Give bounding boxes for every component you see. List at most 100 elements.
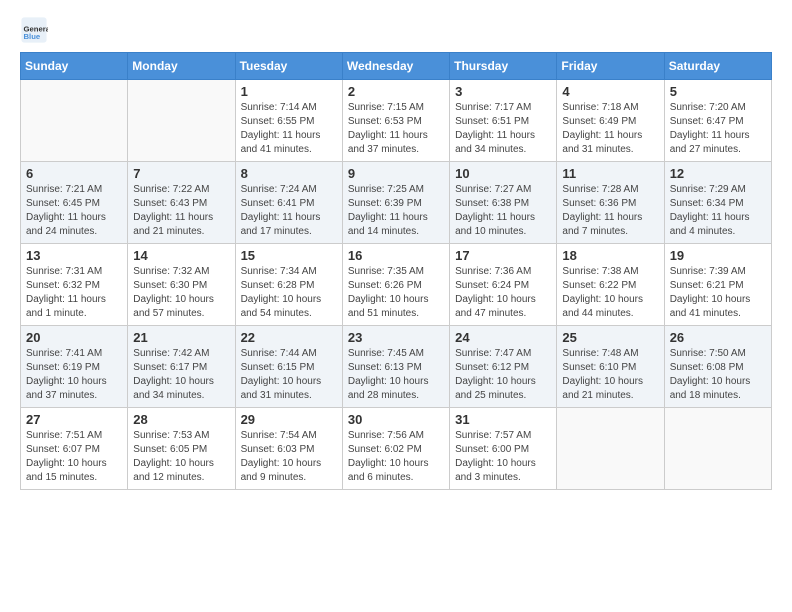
day-number: 10	[455, 166, 551, 181]
day-number: 1	[241, 84, 337, 99]
calendar-cell: 19 Sunrise: 7:39 AM Sunset: 6:21 PM Dayli…	[664, 244, 771, 326]
calendar-cell: 1 Sunrise: 7:14 AM Sunset: 6:55 PM Daylig…	[235, 80, 342, 162]
day-number: 19	[670, 248, 766, 263]
day-number: 28	[133, 412, 229, 427]
day-info: Sunrise: 7:48 AM Sunset: 6:10 PM Dayligh…	[562, 347, 658, 403]
day-info: Sunrise: 7:56 AM Sunset: 6:02 PM Dayligh…	[348, 429, 444, 485]
calendar-cell: 8 Sunrise: 7:24 AM Sunset: 6:41 PM Daylig…	[235, 162, 342, 244]
day-number: 9	[348, 166, 444, 181]
day-number: 16	[348, 248, 444, 263]
calendar-cell: 31 Sunrise: 7:57 AM Sunset: 6:00 PM Dayli…	[450, 408, 557, 490]
day-number: 2	[348, 84, 444, 99]
calendar-cell: 16 Sunrise: 7:35 AM Sunset: 6:26 PM Dayli…	[342, 244, 449, 326]
weekday-wednesday: Wednesday	[342, 53, 449, 80]
calendar-cell: 12Sunrise: 7:29 AM Sunset: 6:34 PM Dayli…	[664, 162, 771, 244]
calendar-week-2: 6Sunrise: 7:21 AM Sunset: 6:45 PM Daylig…	[21, 162, 772, 244]
calendar-cell: 28 Sunrise: 7:53 AM Sunset: 6:05 PM Dayli…	[128, 408, 235, 490]
calendar-cell: 18Sunrise: 7:38 AM Sunset: 6:22 PM Dayli…	[557, 244, 664, 326]
calendar-cell: 26 Sunrise: 7:50 AM Sunset: 6:08 PM Dayli…	[664, 326, 771, 408]
day-info: Sunrise: 7:39 AM Sunset: 6:21 PM Dayligh…	[670, 265, 766, 321]
day-info: Sunrise: 7:32 AM Sunset: 6:30 PM Dayligh…	[133, 265, 229, 321]
weekday-saturday: Saturday	[664, 53, 771, 80]
day-number: 27	[26, 412, 122, 427]
day-info: Sunrise: 7:34 AM Sunset: 6:28 PM Dayligh…	[241, 265, 337, 321]
day-number: 23	[348, 330, 444, 345]
calendar-cell: 14 Sunrise: 7:32 AM Sunset: 6:30 PM Dayli…	[128, 244, 235, 326]
weekday-tuesday: Tuesday	[235, 53, 342, 80]
day-info: Sunrise: 7:35 AM Sunset: 6:26 PM Dayligh…	[348, 265, 444, 321]
calendar-cell: 11Sunrise: 7:28 AM Sunset: 6:36 PM Dayli…	[557, 162, 664, 244]
day-info: Sunrise: 7:45 AM Sunset: 6:13 PM Dayligh…	[348, 347, 444, 403]
day-info: Sunrise: 7:31 AM Sunset: 6:32 PM Dayligh…	[26, 265, 122, 321]
calendar-cell: 20Sunrise: 7:41 AM Sunset: 6:19 PM Dayli…	[21, 326, 128, 408]
day-info: Sunrise: 7:54 AM Sunset: 6:03 PM Dayligh…	[241, 429, 337, 485]
day-number: 22	[241, 330, 337, 345]
day-info: Sunrise: 7:47 AM Sunset: 6:12 PM Dayligh…	[455, 347, 551, 403]
day-number: 14	[133, 248, 229, 263]
calendar-week-5: 27 Sunrise: 7:51 AM Sunset: 6:07 PM Dayli…	[21, 408, 772, 490]
day-number: 17	[455, 248, 551, 263]
day-number: 26	[670, 330, 766, 345]
weekday-sunday: Sunday	[21, 53, 128, 80]
calendar-cell	[557, 408, 664, 490]
calendar-cell: 9 Sunrise: 7:25 AM Sunset: 6:39 PM Daylig…	[342, 162, 449, 244]
calendar-cell: 2 Sunrise: 7:15 AM Sunset: 6:53 PM Daylig…	[342, 80, 449, 162]
page: General Blue SundayMondayTuesdayWednesda…	[0, 0, 792, 510]
calendar-cell: 5 Sunrise: 7:20 AM Sunset: 6:47 PM Daylig…	[664, 80, 771, 162]
calendar-cell: 17 Sunrise: 7:36 AM Sunset: 6:24 PM Dayli…	[450, 244, 557, 326]
day-info: Sunrise: 7:51 AM Sunset: 6:07 PM Dayligh…	[26, 429, 122, 485]
day-info: Sunrise: 7:53 AM Sunset: 6:05 PM Dayligh…	[133, 429, 229, 485]
day-info: Sunrise: 7:25 AM Sunset: 6:39 PM Dayligh…	[348, 183, 444, 239]
day-number: 8	[241, 166, 337, 181]
weekday-monday: Monday	[128, 53, 235, 80]
day-info: Sunrise: 7:20 AM Sunset: 6:47 PM Dayligh…	[670, 101, 766, 157]
calendar-cell: 24 Sunrise: 7:47 AM Sunset: 6:12 PM Dayli…	[450, 326, 557, 408]
day-info: Sunrise: 7:28 AM Sunset: 6:36 PM Dayligh…	[562, 183, 658, 239]
logo: General Blue	[20, 16, 52, 44]
calendar-cell: 22 Sunrise: 7:44 AM Sunset: 6:15 PM Dayli…	[235, 326, 342, 408]
weekday-header-row: SundayMondayTuesdayWednesdayThursdayFrid…	[21, 53, 772, 80]
calendar-cell: 21 Sunrise: 7:42 AM Sunset: 6:17 PM Dayli…	[128, 326, 235, 408]
day-number: 12	[670, 166, 766, 181]
day-info: Sunrise: 7:50 AM Sunset: 6:08 PM Dayligh…	[670, 347, 766, 403]
day-number: 31	[455, 412, 551, 427]
day-number: 15	[241, 248, 337, 263]
day-number: 29	[241, 412, 337, 427]
calendar-cell	[21, 80, 128, 162]
day-info: Sunrise: 7:22 AM Sunset: 6:43 PM Dayligh…	[133, 183, 229, 239]
calendar-table: SundayMondayTuesdayWednesdayThursdayFrid…	[20, 52, 772, 490]
weekday-friday: Friday	[557, 53, 664, 80]
day-info: Sunrise: 7:27 AM Sunset: 6:38 PM Dayligh…	[455, 183, 551, 239]
calendar-cell: 6Sunrise: 7:21 AM Sunset: 6:45 PM Daylig…	[21, 162, 128, 244]
day-number: 18	[562, 248, 658, 263]
day-number: 3	[455, 84, 551, 99]
calendar-cell: 25 Sunrise: 7:48 AM Sunset: 6:10 PM Dayli…	[557, 326, 664, 408]
calendar-week-3: 13Sunrise: 7:31 AM Sunset: 6:32 PM Dayli…	[21, 244, 772, 326]
day-info: Sunrise: 7:24 AM Sunset: 6:41 PM Dayligh…	[241, 183, 337, 239]
day-info: Sunrise: 7:44 AM Sunset: 6:15 PM Dayligh…	[241, 347, 337, 403]
calendar-cell: 27 Sunrise: 7:51 AM Sunset: 6:07 PM Dayli…	[21, 408, 128, 490]
day-info: Sunrise: 7:14 AM Sunset: 6:55 PM Dayligh…	[241, 101, 337, 157]
svg-text:Blue: Blue	[24, 32, 41, 41]
calendar-cell	[664, 408, 771, 490]
day-info: Sunrise: 7:15 AM Sunset: 6:53 PM Dayligh…	[348, 101, 444, 157]
day-number: 21	[133, 330, 229, 345]
day-number: 25	[562, 330, 658, 345]
day-number: 30	[348, 412, 444, 427]
day-info: Sunrise: 7:36 AM Sunset: 6:24 PM Dayligh…	[455, 265, 551, 321]
logo-icon: General Blue	[20, 16, 48, 44]
day-info: Sunrise: 7:18 AM Sunset: 6:49 PM Dayligh…	[562, 101, 658, 157]
day-number: 5	[670, 84, 766, 99]
calendar-cell: 29 Sunrise: 7:54 AM Sunset: 6:03 PM Dayli…	[235, 408, 342, 490]
day-info: Sunrise: 7:21 AM Sunset: 6:45 PM Dayligh…	[26, 183, 122, 239]
calendar-week-4: 20Sunrise: 7:41 AM Sunset: 6:19 PM Dayli…	[21, 326, 772, 408]
weekday-thursday: Thursday	[450, 53, 557, 80]
day-info: Sunrise: 7:17 AM Sunset: 6:51 PM Dayligh…	[455, 101, 551, 157]
calendar-cell	[128, 80, 235, 162]
calendar-cell: 7Sunrise: 7:22 AM Sunset: 6:43 PM Daylig…	[128, 162, 235, 244]
day-info: Sunrise: 7:57 AM Sunset: 6:00 PM Dayligh…	[455, 429, 551, 485]
calendar-cell: 3 Sunrise: 7:17 AM Sunset: 6:51 PM Daylig…	[450, 80, 557, 162]
calendar-cell: 13Sunrise: 7:31 AM Sunset: 6:32 PM Dayli…	[21, 244, 128, 326]
day-number: 24	[455, 330, 551, 345]
day-info: Sunrise: 7:42 AM Sunset: 6:17 PM Dayligh…	[133, 347, 229, 403]
